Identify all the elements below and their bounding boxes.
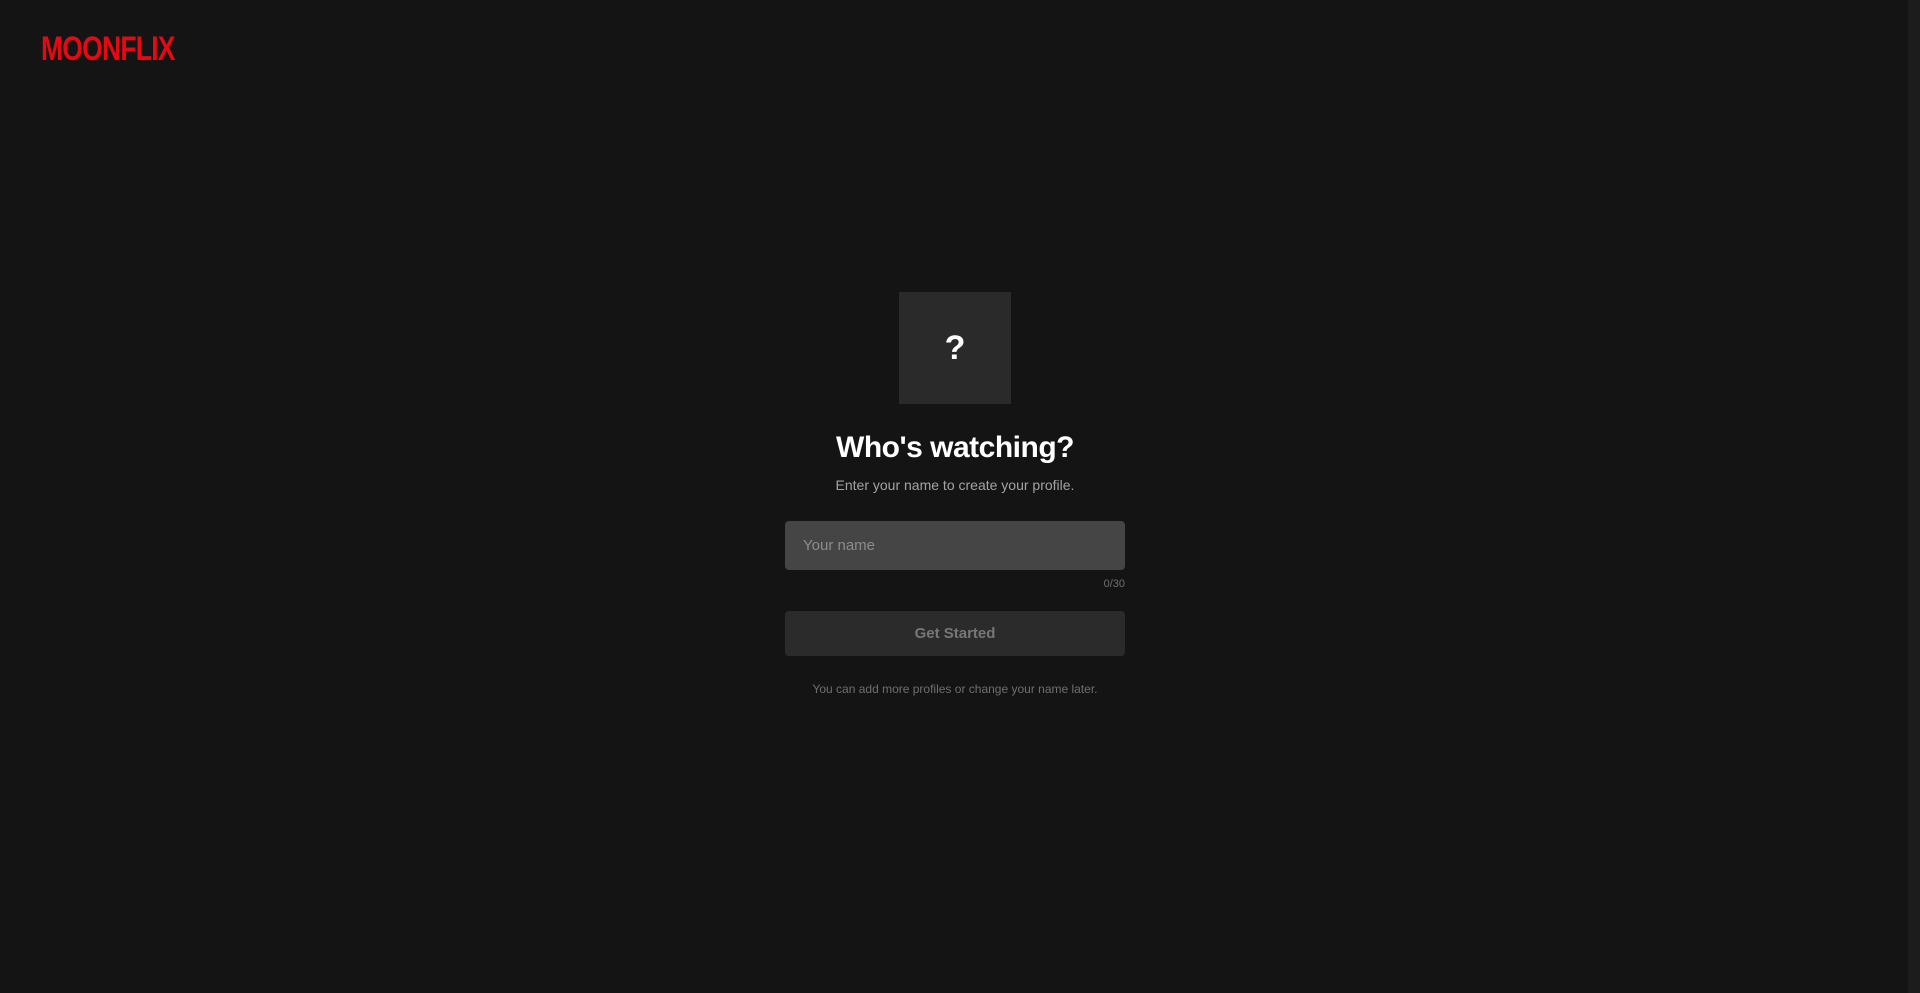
profile-footnote: You can add more profiles or change your… xyxy=(812,682,1098,696)
moonflix-logo[interactable]: MOONFLIX xyxy=(41,29,176,69)
profile-card: ? Who's watching? Enter your name to cre… xyxy=(785,292,1125,697)
name-input[interactable] xyxy=(785,521,1125,570)
profile-avatar: ? xyxy=(899,292,1011,404)
question-mark-icon: ? xyxy=(944,328,966,367)
page-scrollbar[interactable] xyxy=(1908,0,1920,993)
page-subtitle: Enter your name to create your profile. xyxy=(835,477,1075,493)
get-started-button[interactable]: Get Started xyxy=(785,611,1125,656)
page-title: Who's watching? xyxy=(836,431,1074,464)
profile-setup-page: MOONFLIX ? Who's watching? Enter your na… xyxy=(0,0,1920,993)
character-counter: 0/30 xyxy=(1103,578,1125,590)
